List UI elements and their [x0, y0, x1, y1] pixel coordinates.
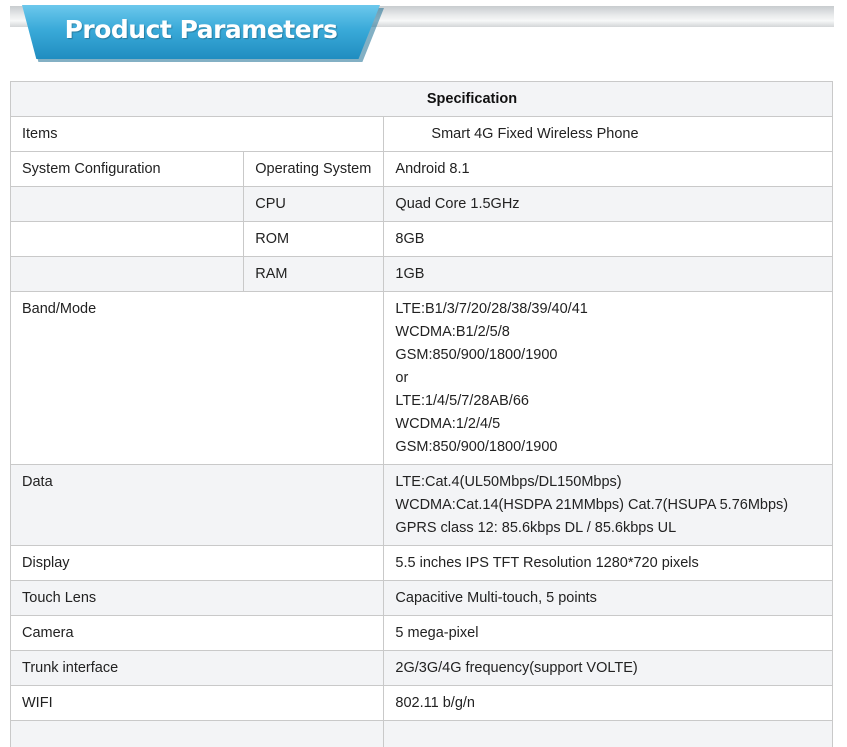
row-key-operating-system: Operating System: [243, 151, 385, 187]
row-label-empty: [9, 720, 385, 747]
band-line: LTE:B1/3/7/20/28/38/39/40/41: [395, 301, 588, 317]
table-row-ram: RAM 1GB: [9, 256, 833, 292]
band-line: or: [395, 370, 409, 386]
row-value-display: 5.5 inches IPS TFT Resolution 1280*720 p…: [383, 545, 833, 581]
table-row-band-mode: Band/Mode LTE:B1/3/7/20/28/38/39/40/41 W…: [9, 291, 833, 465]
row-label-data: Data: [9, 464, 385, 546]
row-label-empty: [9, 221, 245, 257]
row-label-trunk-interface: Trunk interface: [9, 650, 385, 686]
row-value-data: LTE:Cat.4(UL50Mbps/DL150Mbps) WCDMA:Cat.…: [383, 464, 833, 546]
table-header-row: Specification: [10, 81, 833, 117]
table-header-specification: Specification: [10, 81, 833, 117]
table-row-items: Items Smart 4G Fixed Wireless Phone: [9, 116, 833, 152]
row-value-empty: [383, 720, 833, 747]
band-line: LTE:1/4/5/7/28AB/66: [395, 393, 529, 409]
row-label-display: Display: [9, 545, 385, 581]
table-row-operating-system: System Configuration Operating System An…: [9, 151, 833, 187]
table-row-cpu: CPU Quad Core 1.5GHz: [9, 186, 833, 222]
row-value-touch-lens: Capacitive Multi-touch, 5 points: [383, 580, 833, 616]
row-label-items: Items: [9, 116, 385, 152]
band-line: GSM:850/900/1800/1900: [395, 439, 558, 455]
band-line: WCDMA:B1/2/5/8: [395, 324, 510, 340]
table-row-partial: [9, 720, 833, 747]
row-label-empty: [9, 186, 245, 222]
table-row-wifi: WIFI 802.11 b/g/n: [9, 685, 833, 721]
table-row-rom: ROM 8GB: [9, 221, 833, 257]
table-row-display: Display 5.5 inches IPS TFT Resolution 12…: [9, 545, 833, 581]
table-row-touch-lens: Touch Lens Capacitive Multi-touch, 5 poi…: [9, 580, 833, 616]
row-key-ram: RAM: [243, 256, 385, 292]
row-key-cpu: CPU: [243, 186, 385, 222]
data-line: LTE:Cat.4(UL50Mbps/DL150Mbps): [395, 474, 622, 490]
row-value-ram: 1GB: [383, 256, 833, 292]
masked-brand-placeholder: [395, 137, 431, 138]
row-value-items: Smart 4G Fixed Wireless Phone: [383, 116, 833, 152]
band-line: WCDMA:1/2/4/5: [395, 416, 501, 432]
row-key-rom: ROM: [243, 221, 385, 257]
band-line: GSM:850/900/1800/1900: [395, 347, 558, 363]
row-value-rom: 8GB: [383, 221, 833, 257]
row-label-empty: [9, 256, 245, 292]
spec-table: Specification Items Smart 4G Fixed Wirel…: [9, 81, 833, 747]
row-value-wifi: 802.11 b/g/n: [383, 685, 833, 721]
row-label-wifi: WIFI: [9, 685, 385, 721]
data-line: WCDMA:Cat.14(HSDPA 21MMbps) Cat.7(HSUPA …: [395, 497, 789, 513]
row-label-camera: Camera: [9, 615, 385, 651]
table-row-camera: Camera 5 mega-pixel: [9, 615, 833, 651]
row-value-camera: 5 mega-pixel: [383, 615, 833, 651]
row-label-band-mode: Band/Mode: [9, 291, 385, 465]
row-value-band-mode: LTE:B1/3/7/20/28/38/39/40/41 WCDMA:B1/2/…: [383, 291, 833, 465]
table-row-trunk-interface: Trunk interface 2G/3G/4G frequency(suppo…: [9, 650, 833, 686]
table-row-data: Data LTE:Cat.4(UL50Mbps/DL150Mbps) WCDMA…: [9, 464, 833, 546]
row-value-trunk-interface: 2G/3G/4G frequency(support VOLTE): [383, 650, 833, 686]
row-label-touch-lens: Touch Lens: [9, 580, 385, 616]
row-value-operating-system: Android 8.1: [383, 151, 833, 187]
page: Product Parameters Specification Items S…: [0, 0, 847, 747]
banner-title: Product Parameters: [64, 15, 338, 44]
row-label-system-configuration: System Configuration: [9, 151, 245, 187]
row-value-items-text: Smart 4G Fixed Wireless Phone: [431, 126, 639, 142]
row-value-cpu: Quad Core 1.5GHz: [383, 186, 833, 222]
data-line: GPRS class 12: 85.6kbps DL / 85.6kbps UL: [395, 520, 677, 536]
